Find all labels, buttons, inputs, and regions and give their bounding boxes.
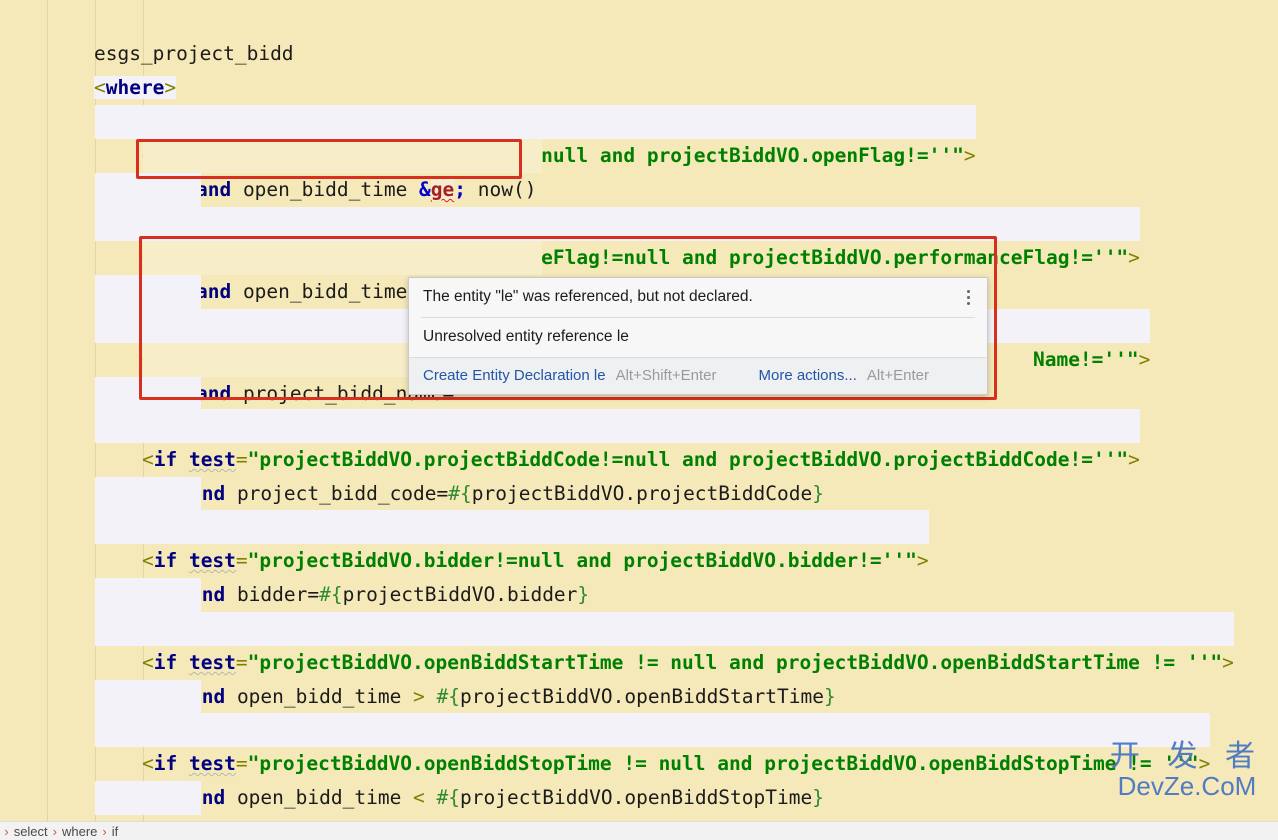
code-line-ge-condition[interactable]: and open_bidd_time &ge; now() [143, 139, 543, 201]
angle-close-icon: > [1198, 752, 1211, 775]
code-line-where-open[interactable]: <where> [47, 37, 177, 99]
angle-close-icon: > [963, 144, 976, 167]
more-actions-link[interactable]: More actions... [759, 367, 857, 384]
chevron-right-icon: › [4, 823, 9, 839]
breadcrumb-item-where[interactable]: where [59, 824, 100, 839]
starttime-expression: open_bidd_time [225, 685, 414, 708]
code-line-bidder-condition[interactable]: and bidder=#{projectBiddVO.bidder} [143, 544, 589, 606]
tooltip-actions: Create Entity Declaration le Alt+Shift+E… [409, 357, 987, 394]
and-keyword: and [195, 382, 232, 405]
code-editor[interactable]: esgs_project_bidd <where> del_flag = 0 a… [0, 0, 1278, 822]
angle-close-icon: > [1128, 448, 1140, 471]
code-line-close-if-2[interactable]: </if> [95, 275, 201, 337]
breadcrumb-item-select[interactable]: select [11, 824, 51, 839]
projectbiddcode-expression: project_bidd_code= [225, 482, 449, 505]
param-expression: projectBiddVO.bidder [342, 583, 578, 606]
param-open-brace: #{ [424, 685, 461, 708]
tooltip-message: The entity "le" was referenced, but not … [423, 288, 753, 305]
entity-ge: ge [430, 178, 455, 201]
code-line-le-condition[interactable]: and open_bidd_time &le; now() [143, 241, 543, 303]
param-expression: projectBiddVO.openBiddStopTime [460, 786, 813, 809]
param-close-brace: } [812, 482, 824, 505]
code-line-if-openbiddstoptime[interactable]: <if test="projectBiddVO.openBiddStopTime… [95, 713, 1211, 775]
create-entity-declaration-shortcut: Alt+Shift+Enter [615, 367, 717, 384]
code-line-close-if-4[interactable]: </if> [95, 477, 201, 539]
angle-close-icon: > [1222, 651, 1234, 674]
create-entity-declaration-link[interactable]: Create Entity Declaration le [423, 367, 606, 384]
ge-expression: open_bidd_time [231, 178, 420, 201]
angle-close-icon: > [916, 549, 929, 572]
tooltip-description-row: Unresolved entity reference le [409, 318, 987, 357]
and-keyword: and [195, 280, 232, 303]
code-line-if-projectbiddname[interactable]: <if test="projectBiddVO.pr [95, 309, 448, 371]
code-line-if-bidder[interactable]: <if test="projectBiddVO.bidder!=null and… [95, 510, 929, 572]
and-keyword: and [195, 178, 232, 201]
more-vertical-icon[interactable] [960, 290, 976, 308]
code-line-close-if-1[interactable]: </if> [95, 173, 201, 235]
tooltip-message-row: The entity "le" was referenced, but not … [409, 278, 987, 317]
code-line-if-openbiddstarttime[interactable]: <if test="projectBiddVO.openBiddStartTim… [95, 612, 1234, 674]
code-line-if-projectbiddname-right[interactable]: Name!=''"> [986, 309, 1151, 371]
code-line-close-if-3[interactable]: </if> [95, 377, 201, 439]
ampersand-icon: & [419, 178, 431, 201]
code-line-openbiddstoptime-condition[interactable]: and open_bidd_time < #{projectBiddVO.ope… [143, 747, 824, 809]
breadcrumb-item-if[interactable]: if [109, 824, 122, 839]
code-line-table-name[interactable]: esgs_project_bidd [47, 3, 294, 65]
breadcrumb[interactable]: r › select › where › if [0, 821, 1278, 840]
semicolon: ; [454, 178, 467, 201]
param-close-brace: } [577, 583, 590, 606]
more-actions-shortcut: Alt+Enter [866, 367, 929, 384]
angle-close-icon: > [1138, 348, 1151, 371]
chevron-right-icon: › [102, 823, 107, 839]
greater-than-operator: > [413, 685, 425, 708]
tooltip-description: Unresolved entity reference le [423, 328, 629, 345]
code-line-projectbiddcode-condition[interactable]: and project_bidd_code=#{projectBiddVO.pr… [143, 443, 824, 505]
angle-close-icon: > [1128, 246, 1140, 269]
param-open-brace: #{ [448, 482, 472, 505]
code-line-openbiddstarttime-condition[interactable]: and open_bidd_time > #{projectBiddVO.ope… [143, 646, 836, 708]
code-line-close-if-5[interactable]: </if> [95, 578, 201, 640]
stoptime-expression: open_bidd_time [225, 786, 414, 809]
param-expression: projectBiddVO.openBiddStartTime [460, 685, 824, 708]
param-open-brace: #{ [424, 786, 461, 809]
param-close-brace: } [823, 685, 836, 708]
code-line-if-projectbiddcode[interactable]: <if test="projectBiddVO.projectBiddCode!… [95, 409, 1140, 471]
inspection-tooltip[interactable]: The entity "le" was referenced, but not … [408, 277, 988, 395]
param-expression: projectBiddVO.projectBiddCode [471, 482, 813, 505]
code-line-close-if-7[interactable]: </if> [95, 781, 201, 822]
if-test-value-right: Name!=''" [1032, 348, 1139, 371]
code-line-del-flag[interactable]: del_flag = 0 and section_status_dic=0 [95, 71, 588, 133]
code-line-if-performanceflag[interactable]: <if test="projectBiddVO.performanceFlag!… [95, 207, 1140, 269]
param-open-brace: #{ [319, 583, 343, 606]
code-line-if-openflag[interactable]: <if test="projectBiddVO.openFlag!=null a… [95, 105, 976, 167]
now-call: now() [466, 178, 537, 201]
bidder-expression: bidder= [225, 583, 320, 606]
param-close-brace: } [812, 786, 824, 809]
chevron-right-icon: › [52, 823, 57, 839]
less-than-operator: < [413, 786, 425, 809]
code-line-close-if-6[interactable]: </if> [95, 680, 201, 742]
le-expression: open_bidd_time [231, 280, 420, 303]
